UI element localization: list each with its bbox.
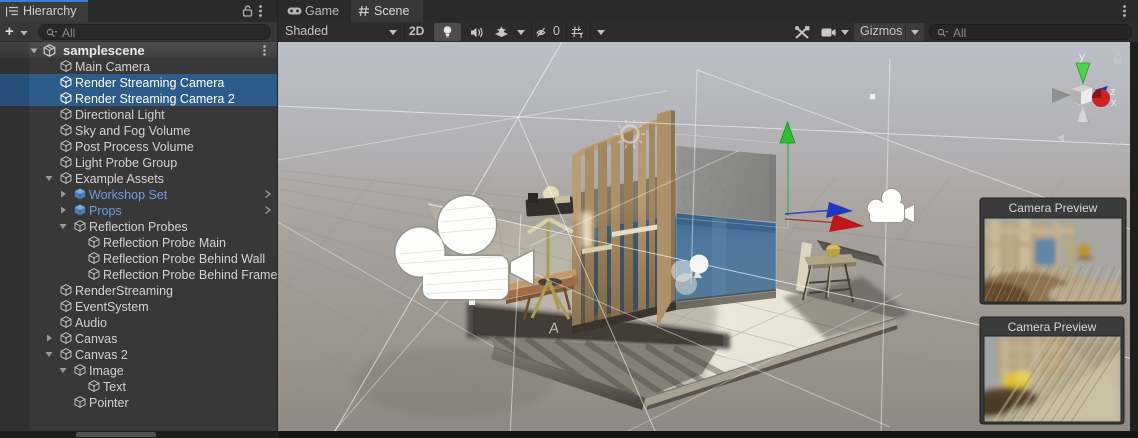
svg-text:Camera Preview: Camera Preview <box>1009 201 1098 215</box>
svg-text:Camera Preview: Camera Preview <box>1008 320 1097 334</box>
svg-text:x: x <box>1111 97 1117 109</box>
svg-text:A: A <box>547 320 560 338</box>
svg-text:y: y <box>1079 49 1085 63</box>
